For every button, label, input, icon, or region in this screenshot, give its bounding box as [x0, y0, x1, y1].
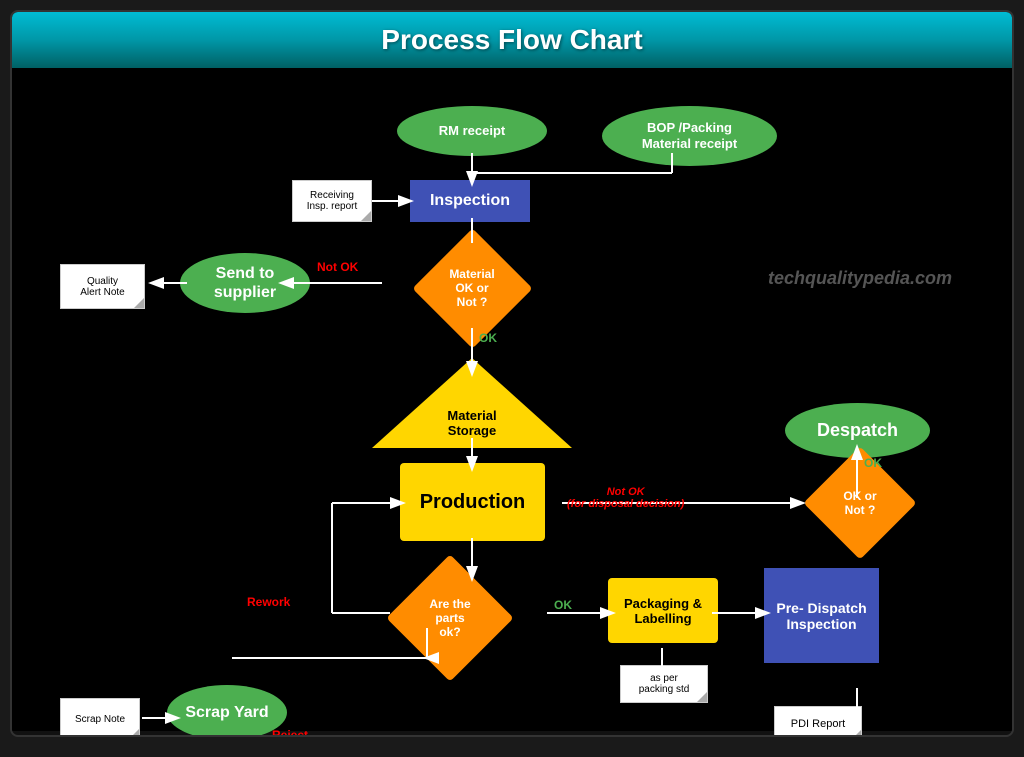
rm-receipt-label: RM receipt: [439, 123, 505, 139]
send-supplier-node: Send to supplier: [180, 253, 310, 313]
material-ok-container: Material OK or Not ?: [377, 238, 567, 338]
title-bar: Process Flow Chart: [12, 12, 1012, 68]
scrap-note-node: Scrap Note: [60, 698, 140, 737]
packaging-label: Packaging & Labelling: [608, 596, 718, 626]
as-per-packing-node: as per packing std: [620, 665, 708, 703]
pdi-report-label: PDI Report: [791, 718, 845, 730]
pre-dispatch-label: Pre- Dispatch Inspection: [764, 600, 879, 632]
quality-alert-label: Quality Alert Note: [80, 276, 124, 298]
material-storage-label: Material Storage: [447, 408, 496, 438]
production-node: Production: [400, 463, 545, 541]
ok-label-parts: OK: [554, 598, 572, 612]
receiving-report-node: Receiving Insp. report: [292, 180, 372, 222]
watermark: techqualitypedia.com: [768, 268, 952, 289]
production-label: Production: [420, 491, 526, 514]
ok-label-despatch: OK: [864, 456, 882, 470]
rework-label: Rework: [247, 595, 290, 609]
pre-dispatch-node: Pre- Dispatch Inspection: [764, 568, 879, 663]
inspection-label: Inspection: [430, 191, 510, 210]
parts-ok-container: Are the parts ok?: [380, 568, 520, 668]
receiving-report-label: Receiving Insp. report: [307, 190, 358, 212]
bop-packing-label: BOP /Packing Material receipt: [642, 120, 737, 151]
chart-title: Process Flow Chart: [12, 24, 1012, 56]
scrap-yard-node: Scrap Yard: [167, 685, 287, 737]
reject-label: Reject: [272, 728, 308, 737]
send-supplier-label: Send to supplier: [214, 264, 276, 302]
as-per-packing-label: as per packing std: [639, 673, 690, 695]
material-storage-container: Material Storage: [372, 358, 572, 448]
chart-container: Process Flow Chart: [10, 10, 1014, 737]
not-ok-label-1: Not OK: [317, 260, 358, 274]
not-ok-disposal-label: Not OK (for disposal decision): [567, 486, 684, 510]
scrap-yard-label: Scrap Yard: [185, 704, 268, 722]
flow-area: RM receipt BOP /Packing Material receipt…: [12, 68, 1012, 731]
scrap-note-label: Scrap Note: [75, 714, 125, 725]
inspection-node: Inspection: [410, 180, 530, 222]
pdi-report-node: PDI Report: [774, 706, 862, 737]
rm-receipt-node: RM receipt: [397, 106, 547, 156]
despatch-label: Despatch: [817, 420, 898, 441]
packaging-node: Packaging & Labelling: [608, 578, 718, 643]
quality-alert-node: Quality Alert Note: [60, 264, 145, 309]
ok-not-container: OK or Not ?: [805, 458, 915, 548]
ok-label-material: OK: [479, 331, 497, 345]
bop-packing-node: BOP /Packing Material receipt: [602, 106, 777, 166]
